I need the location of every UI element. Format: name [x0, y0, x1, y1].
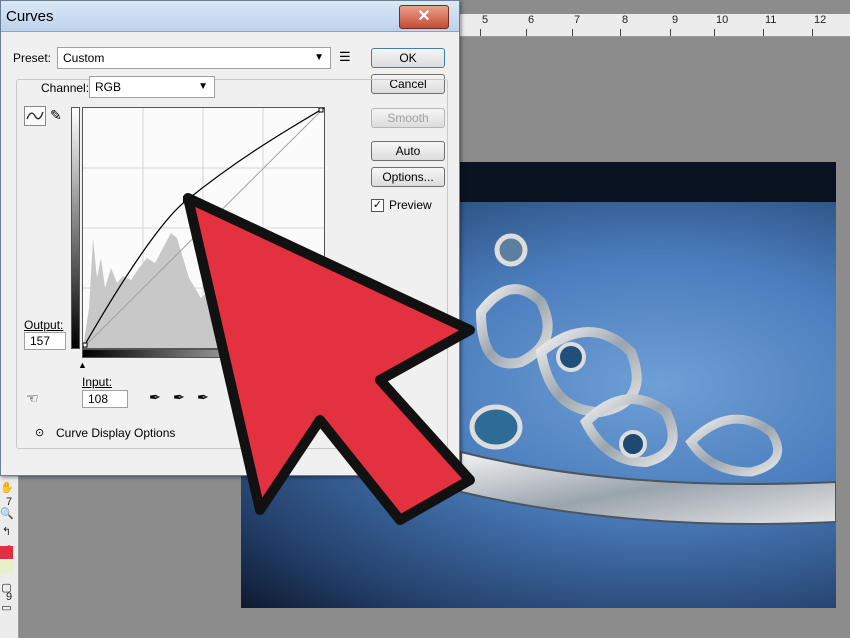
channel-label: Channel: [39, 81, 92, 95]
ruler-tick: 11 [765, 14, 777, 26]
input-value: 108 [88, 392, 109, 406]
hand-adjust-icon[interactable]: ☜ [26, 390, 39, 407]
ruler-tick: 9 [672, 14, 679, 26]
hand-tool-icon[interactable]: ✋ [0, 482, 14, 495]
ok-button[interactable]: OK [371, 48, 445, 68]
close-button[interactable]: ✕ [399, 5, 449, 29]
annotation-arrow [183, 193, 475, 525]
ruler-tick: 12 [814, 14, 827, 26]
preset-value: Custom [63, 51, 105, 65]
foreground-color-swatch[interactable] [0, 546, 13, 559]
channel-value: RGB [95, 80, 122, 94]
black-eyedropper-icon[interactable]: ✒ [149, 389, 161, 406]
dialog-title: Curves [6, 8, 54, 25]
black-point-slider[interactable]: ▲ [78, 360, 87, 370]
curve-tool-icon[interactable] [24, 106, 46, 126]
output-label: Output: [24, 318, 64, 332]
toolbox: ✋ 🔍 ↰ ▢ ▭ [0, 478, 14, 638]
ruler-tick: 10 [716, 14, 729, 26]
swap-colors-icon[interactable]: ↰ [0, 526, 13, 539]
chevron-down-icon: ▼ [314, 52, 324, 63]
background-color-swatch[interactable] [0, 560, 13, 573]
curve-display-options-label[interactable]: Curve Display Options [56, 426, 175, 440]
ruler-tick: 6 [528, 14, 535, 26]
titlebar[interactable]: Curves ✕ [1, 1, 459, 32]
output-gradient [71, 107, 80, 349]
channel-dropdown[interactable]: RGB ▼ [89, 76, 215, 98]
output-field[interactable]: 157 [24, 332, 66, 350]
chevron-down-icon: ▼ [198, 81, 208, 92]
quick-mask-icon[interactable]: ▢ [0, 582, 13, 595]
ruler-tick: 8 [622, 14, 629, 26]
expand-options-icon[interactable]: ⊙ [35, 426, 44, 439]
input-field[interactable]: 108 [82, 390, 128, 408]
preset-label: Preset: [13, 51, 52, 65]
preset-dropdown[interactable]: Custom ▼ [57, 47, 331, 69]
screen-mode-icon[interactable]: ▭ [0, 602, 13, 615]
output-value: 157 [30, 334, 51, 348]
top-ruler: 5 6 7 8 9 10 11 12 [460, 14, 850, 37]
ruler-tick: 5 [482, 14, 489, 26]
pencil-icon[interactable]: ✎ [50, 107, 62, 124]
input-label: Input: [82, 375, 113, 389]
ruler-tick: 7 [574, 14, 581, 26]
preset-menu-icon[interactable]: ☰ [339, 49, 351, 65]
zoom-tool-icon[interactable]: 🔍 [0, 508, 14, 521]
